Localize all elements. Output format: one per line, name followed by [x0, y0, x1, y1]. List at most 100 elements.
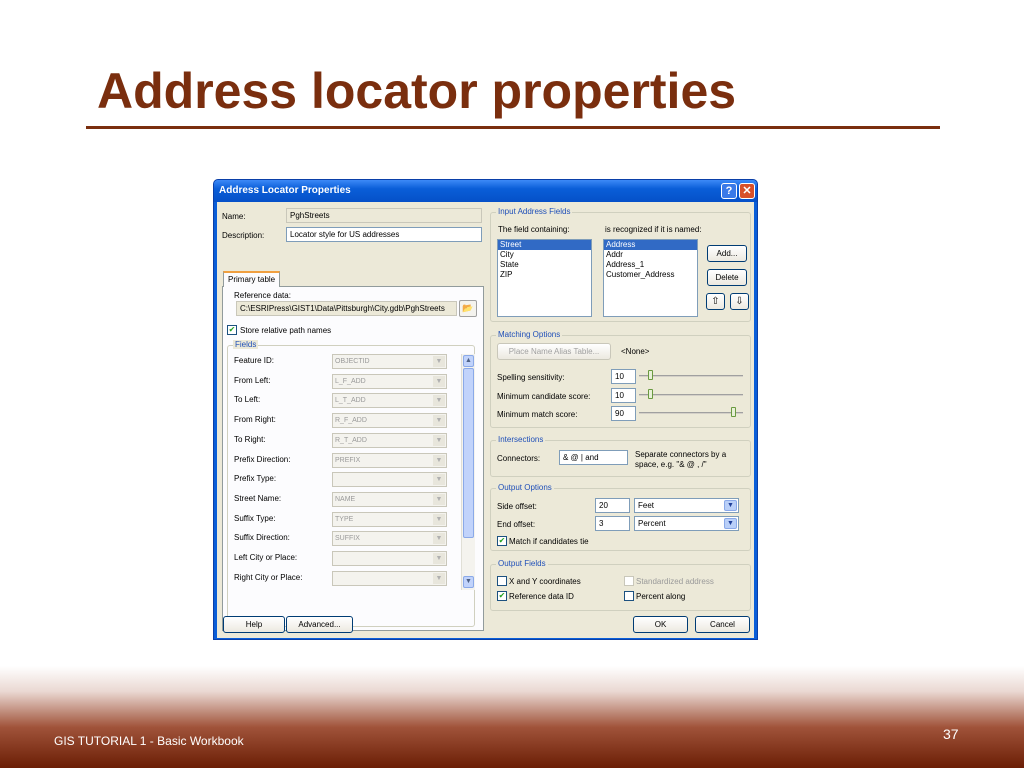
cancel-button[interactable]: Cancel	[695, 616, 750, 633]
scroll-down-icon[interactable]: ▼	[463, 576, 474, 588]
chevron-down-icon[interactable]: ▼	[433, 375, 445, 387]
store-relative-checkbox[interactable]: ✔	[227, 325, 237, 335]
match-score-slider[interactable]	[639, 407, 743, 420]
spelling-sensitivity-field[interactable]: 10	[611, 369, 636, 384]
ok-button[interactable]: OK	[633, 616, 688, 633]
chevron-down-icon[interactable]: ▼	[433, 395, 445, 407]
percent-along-label: Percent along	[636, 592, 686, 601]
name-field[interactable]: PghStreets	[286, 208, 482, 223]
field-row-select[interactable]: R_F_ADD ▼	[332, 413, 447, 429]
field-row-select[interactable]: TYPE ▼	[332, 511, 447, 527]
field-type-item[interactable]: ZIP	[498, 270, 591, 280]
candidate-score-slider[interactable]	[639, 389, 743, 402]
field-row-select[interactable]: PREFIX ▼	[332, 452, 447, 468]
end-offset-unit-select[interactable]: Percent ▼	[634, 516, 739, 531]
chevron-down-icon[interactable]: ▼	[433, 454, 445, 466]
match-score-field[interactable]: 90	[611, 406, 636, 421]
xy-coordinates-checkbox[interactable]	[497, 576, 507, 586]
aliases-list[interactable]: Address Addr Address_1 Customer_Address	[603, 239, 698, 317]
scroll-thumb[interactable]	[463, 368, 474, 538]
field-row-label: Left City or Place:	[234, 553, 298, 562]
dialog-title: Address Locator Properties	[219, 185, 351, 196]
chevron-down-icon[interactable]: ▼	[433, 434, 445, 446]
end-offset-field[interactable]: 3	[595, 516, 630, 531]
slider-thumb[interactable]	[648, 389, 653, 399]
alias-item[interactable]: Address_1	[604, 260, 697, 270]
candidate-score-field[interactable]: 10	[611, 388, 636, 403]
chevron-down-icon[interactable]: ▼	[433, 513, 445, 525]
name-label: Name:	[222, 212, 246, 221]
move-up-icon[interactable]: ⇧	[706, 293, 725, 310]
field-type-item[interactable]: State	[498, 260, 591, 270]
help-question-icon[interactable]: ?	[721, 183, 737, 199]
field-row-select[interactable]: NAME ▼	[332, 491, 447, 507]
page-number: 37	[943, 726, 959, 742]
field-row-select[interactable]: ▼	[332, 551, 447, 566]
delete-alias-button[interactable]: Delete	[707, 269, 747, 286]
field-type-item[interactable]: City	[498, 250, 591, 260]
field-row-value: L_T_ADD	[335, 397, 366, 405]
match-tie-label: Match if candidates tie	[509, 537, 589, 546]
tab-primary-table[interactable]: Primary table	[223, 271, 281, 287]
move-down-icon[interactable]: ⇩	[730, 293, 749, 310]
description-label: Description:	[222, 231, 265, 240]
close-icon[interactable]: ✕	[739, 183, 755, 199]
browse-folder-icon[interactable]: 📂	[459, 300, 477, 317]
field-row-label: From Left:	[234, 375, 271, 385]
connectors-field[interactable]: & @ | and	[559, 450, 628, 465]
advanced-button[interactable]: Advanced...	[286, 616, 353, 633]
xy-coordinates-label: X and Y coordinates	[509, 577, 581, 586]
chevron-down-icon[interactable]: ▼	[724, 518, 737, 529]
alias-item[interactable]: Address	[604, 240, 697, 250]
field-row-label: Street Name:	[234, 493, 282, 503]
field-row-select[interactable]: R_T_ADD ▼	[332, 432, 447, 448]
field-row-select[interactable]: ▼	[332, 472, 447, 488]
field-row-label: To Left:	[234, 395, 261, 405]
chevron-down-icon[interactable]: ▼	[433, 356, 445, 367]
field-type-item[interactable]: Street	[498, 240, 591, 250]
alias-item[interactable]: Addr	[604, 250, 697, 260]
chevron-down-icon[interactable]: ▼	[433, 493, 445, 505]
slide: Address locator properties Address Locat…	[0, 0, 1024, 768]
match-tie-checkbox[interactable]: ✔	[497, 536, 507, 546]
field-row-select[interactable]: SUFFIX ▼	[332, 531, 447, 547]
dialog-titlebar[interactable]: Address Locator Properties ? ✕	[214, 180, 757, 202]
primary-table-panel: Reference data: C:\ESRIPress\GIST1\Data\…	[222, 286, 484, 631]
description-field[interactable]: Locator style for US addresses	[286, 227, 482, 242]
field-row-select[interactable]: ▼	[332, 570, 447, 586]
chevron-down-icon[interactable]: ▼	[433, 572, 445, 584]
help-button[interactable]: Help	[223, 616, 285, 633]
output-fields-group: Output Fields X and Y coordinates Standa…	[490, 559, 751, 611]
field-types-list[interactable]: Street City State ZIP	[497, 239, 592, 317]
percent-along-checkbox[interactable]	[624, 591, 634, 601]
spelling-sensitivity-slider[interactable]	[639, 370, 743, 383]
alias-item[interactable]: Customer_Address	[604, 270, 697, 280]
field-row-select[interactable]: OBJECTID ▼	[332, 354, 447, 369]
field-row-select[interactable]: L_F_ADD ▼	[332, 373, 447, 389]
footer-text: GIS TUTORIAL 1 - Basic Workbook	[54, 734, 244, 748]
fields-scrollbar[interactable]: ▲ ▼	[461, 354, 475, 590]
field-row-select[interactable]: L_T_ADD ▼	[332, 393, 447, 409]
chevron-down-icon[interactable]: ▼	[433, 533, 445, 545]
place-name-alias-button[interactable]: Place Name Alias Table...	[497, 343, 611, 360]
reference-data-id-checkbox[interactable]: ✔	[497, 591, 507, 601]
candidate-score-label: Minimum candidate score:	[497, 392, 591, 401]
slider-thumb[interactable]	[648, 370, 653, 380]
reference-data-field[interactable]: C:\ESRIPress\GIST1\Data\Pittsburgh\City.…	[236, 301, 457, 316]
chevron-down-icon[interactable]: ▼	[724, 500, 737, 511]
side-offset-unit-select[interactable]: Feet ▼	[634, 498, 739, 513]
reference-data-id-label: Reference data ID	[509, 592, 574, 601]
standardized-address-checkbox[interactable]	[624, 576, 634, 586]
chevron-down-icon[interactable]: ▼	[433, 474, 445, 486]
scroll-up-icon[interactable]: ▲	[463, 355, 474, 367]
chevron-down-icon[interactable]: ▼	[433, 415, 445, 427]
chevron-down-icon[interactable]: ▼	[433, 553, 445, 564]
output-options-title: Output Options	[496, 483, 554, 492]
slider-thumb[interactable]	[731, 407, 736, 417]
match-score-label: Minimum match score:	[497, 410, 578, 419]
side-offset-unit: Feet	[638, 501, 655, 510]
add-alias-button[interactable]: Add...	[707, 245, 747, 262]
alias-table-value: <None>	[621, 347, 650, 356]
dialog-client-area: Name: PghStreets Description: Locator st…	[217, 202, 754, 638]
side-offset-field[interactable]: 20	[595, 498, 630, 513]
